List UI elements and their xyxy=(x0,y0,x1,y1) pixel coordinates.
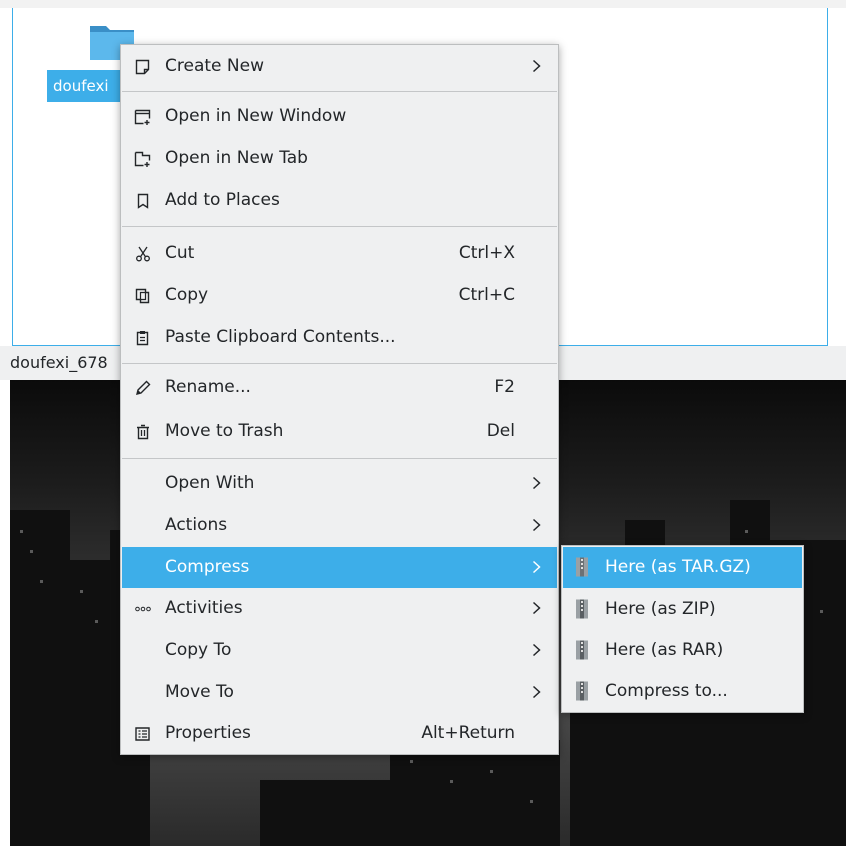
copy-icon xyxy=(134,287,151,304)
shortcut-label: Ctrl+X xyxy=(458,243,515,263)
window-top-edge xyxy=(0,0,846,8)
menu-item-label: Open With xyxy=(165,473,255,493)
submenu-item-tar-gz[interactable]: Here (as TAR.GZ) xyxy=(563,547,802,588)
menu-item-create-new[interactable]: Create New xyxy=(122,46,557,87)
menu-item-label: Paste Clipboard Contents... xyxy=(165,327,396,347)
menu-item-label: Move to Trash xyxy=(165,421,284,441)
chevron-right-icon xyxy=(532,560,541,574)
chevron-right-icon xyxy=(532,643,541,657)
submenu-item-label: Here (as TAR.GZ) xyxy=(605,557,751,577)
bookmark-icon xyxy=(134,192,151,209)
menu-item-label: Activities xyxy=(165,598,243,618)
scissors-icon xyxy=(134,245,151,262)
menu-item-activities[interactable]: Activities xyxy=(122,588,557,629)
paste-icon xyxy=(134,329,151,346)
menu-item-paste[interactable]: Paste Clipboard Contents... xyxy=(122,317,557,358)
menu-item-move-to[interactable]: Move To xyxy=(122,672,557,713)
menu-item-rename[interactable]: Rename... F2 xyxy=(122,367,557,408)
chevron-right-icon xyxy=(532,518,541,532)
menu-item-label: Cut xyxy=(165,243,195,263)
menu-item-add-to-places[interactable]: Add to Places xyxy=(122,180,557,221)
submenu-item-label: Compress to... xyxy=(605,681,728,701)
archive-icon xyxy=(573,640,591,660)
submenu-item-compress-to[interactable]: Compress to... xyxy=(563,671,802,712)
properties-icon xyxy=(134,725,151,742)
menu-item-open-with[interactable]: Open With xyxy=(122,463,557,504)
menu-separator xyxy=(122,91,557,92)
menu-item-label: Rename... xyxy=(165,377,251,397)
submenu-item-rar[interactable]: Here (as RAR) xyxy=(563,630,802,671)
menu-item-label: Create New xyxy=(165,56,264,76)
chevron-right-icon xyxy=(532,476,541,490)
status-text: doufexi_678 xyxy=(10,353,108,372)
menu-item-label: Actions xyxy=(165,515,228,535)
chevron-right-icon xyxy=(532,601,541,615)
archive-icon xyxy=(573,557,591,577)
submenu-item-label: Here (as RAR) xyxy=(605,640,724,660)
chevron-right-icon xyxy=(532,685,541,699)
submenu-item-zip[interactable]: Here (as ZIP) xyxy=(563,589,802,630)
menu-item-label: Copy To xyxy=(165,640,232,660)
menu-item-label: Move To xyxy=(165,682,234,702)
menu-separator xyxy=(122,458,557,459)
menu-separator xyxy=(122,363,557,364)
menu-item-copy[interactable]: Copy Ctrl+C xyxy=(122,275,557,316)
selected-file-label[interactable]: doufexi xyxy=(47,70,127,102)
menu-item-move-to-trash[interactable]: Move to Trash Del xyxy=(122,411,557,452)
menu-item-label: Properties xyxy=(165,723,251,743)
trash-icon xyxy=(134,423,151,440)
activities-icon xyxy=(134,600,151,617)
shortcut-label: F2 xyxy=(494,377,515,397)
submenu-item-label: Here (as ZIP) xyxy=(605,599,716,619)
shortcut-label: Alt+Return xyxy=(421,723,515,743)
archive-icon xyxy=(573,599,591,619)
pencil-icon xyxy=(134,379,151,396)
new-window-icon xyxy=(134,108,151,125)
compress-submenu: Here (as TAR.GZ) Here (as ZIP) Here (as … xyxy=(561,545,804,713)
menu-item-cut[interactable]: Cut Ctrl+X xyxy=(122,233,557,274)
menu-item-open-new-tab[interactable]: Open in New Tab xyxy=(122,138,557,179)
menu-item-properties[interactable]: Properties Alt+Return xyxy=(122,713,557,754)
menu-item-label: Open in New Tab xyxy=(165,148,308,168)
menu-item-label: Add to Places xyxy=(165,190,280,210)
menu-item-label: Copy xyxy=(165,285,209,305)
new-document-icon xyxy=(134,58,151,75)
menu-item-actions[interactable]: Actions xyxy=(122,505,557,546)
new-tab-icon xyxy=(134,150,151,167)
menu-separator xyxy=(122,226,557,227)
menu-item-compress[interactable]: Compress xyxy=(122,547,557,588)
menu-item-open-new-window[interactable]: Open in New Window xyxy=(122,96,557,137)
shortcut-label: Del xyxy=(486,421,515,441)
shortcut-label: Ctrl+C xyxy=(458,285,515,305)
menu-item-copy-to[interactable]: Copy To xyxy=(122,630,557,671)
archive-icon xyxy=(573,681,591,701)
menu-item-label: Compress xyxy=(165,557,250,577)
menu-item-label: Open in New Window xyxy=(165,106,347,126)
chevron-right-icon xyxy=(532,59,541,73)
context-menu: Create New Open in New Window Open in Ne… xyxy=(120,44,559,755)
